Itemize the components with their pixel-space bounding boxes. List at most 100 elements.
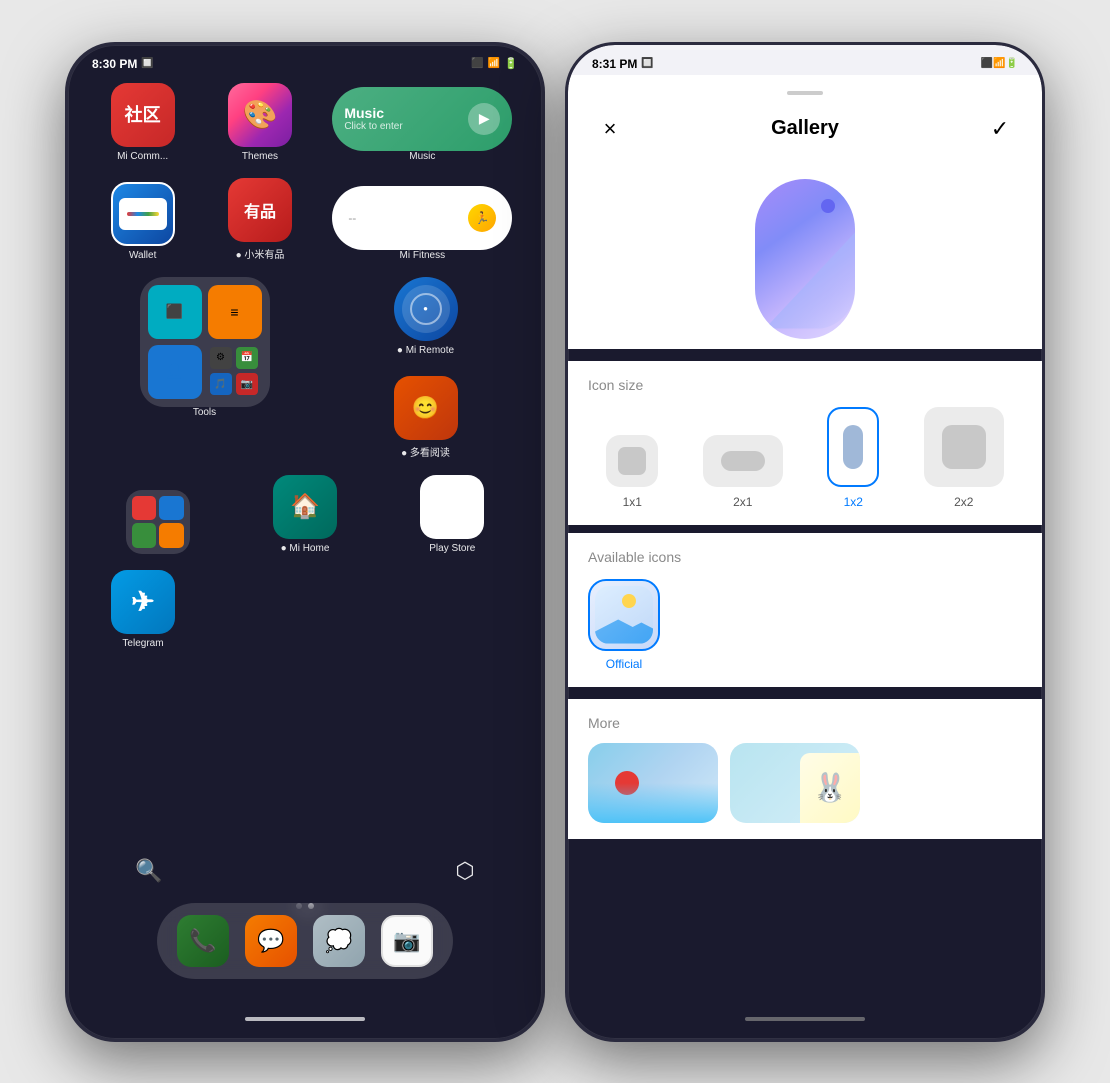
assistant-icon[interactable]: ⬡ [455, 858, 474, 884]
dock-camera[interactable]: 📷 [381, 915, 433, 967]
fitness-label: Mi Fitness [400, 250, 446, 261]
music-play-btn[interactable]: ▶ [468, 103, 500, 135]
app-fitness[interactable]: -- 🏃 Mi Fitness [332, 186, 512, 261]
micomm-icon[interactable]: 社区 [111, 83, 175, 147]
close-icon[interactable]: × [604, 116, 617, 142]
home-bar-right [745, 1017, 865, 1021]
avail-icon-official[interactable]: Official [588, 579, 660, 671]
size-option-2x2[interactable]: 2x2 [924, 407, 1004, 509]
music-subtitle: Click to enter [344, 121, 468, 132]
more-card-2[interactable]: 🐰 [730, 743, 860, 823]
themes-label: Themes [242, 151, 278, 162]
app-row-telegram: ✈ Telegram [88, 570, 522, 649]
miremote-label: ● Mi Remote [397, 345, 454, 356]
app-micomm[interactable]: 社区 Mi Comm... [98, 83, 188, 162]
right-phone-screen: 8:31 PM 🔲 ⬛📶🔋 × Gallery ✓ [568, 45, 1042, 1039]
wallet-icon[interactable] [111, 182, 175, 246]
status-bar-right: 8:31 PM 🔲 ⬛📶🔋 [568, 45, 1042, 75]
micomm-label: Mi Comm... [117, 151, 168, 162]
app-wallet[interactable]: Wallet [98, 182, 188, 261]
tools-label: Tools [193, 407, 216, 418]
check-icon[interactable]: ✓ [991, 116, 1009, 142]
playstore-icon[interactable]: ▶ [420, 475, 484, 539]
gallery-close-btn[interactable]: × [592, 111, 628, 147]
app-row-4: 🏠 ● Mi Home ▶ Play Store [88, 475, 522, 554]
tools-folder[interactable]: ⬛ ≡ 👤 ⚙ 📅 🎵 📷 [140, 277, 270, 407]
size-option-2x1[interactable]: 2x1 [703, 435, 783, 509]
left-phone-screen: 8:30 PM 🔲 ⬛ 📶 🔋 社区 Mi Comm... [68, 45, 542, 1039]
status-bar-left: 8:30 PM 🔲 ⬛ 📶 🔋 [68, 45, 542, 75]
app-row-2: Wallet 有品 ● 小米有品 -- 🏃 Mi Fitness [88, 178, 522, 261]
size-option-1x2[interactable]: 1x2 [827, 407, 879, 509]
app-miremote[interactable]: ● ● Mi Remote [381, 277, 471, 356]
available-icons-section: Available icons Official [568, 533, 1042, 687]
gallery-icon-preview [755, 179, 855, 339]
playstore-label: Play Store [429, 543, 475, 554]
fitness-text: -- [348, 211, 460, 225]
gallery-app-icon-inner [595, 586, 653, 644]
music-label: Music [409, 151, 435, 162]
app-row-1: 社区 Mi Comm... 🎨 Themes Music Click to en… [88, 83, 522, 162]
status-icons-right: ⬛📶🔋 [981, 58, 1018, 69]
wifi-icon: 📶 [488, 58, 500, 69]
size-label-1x2: 1x2 [844, 495, 863, 509]
size-box-1x1[interactable] [606, 435, 658, 487]
size-label-2x1: 2x1 [733, 495, 752, 509]
dock-chat[interactable]: 💭 [313, 915, 365, 967]
duokan-label: ● 多看阅读 [401, 444, 450, 459]
tools-icon-2: ≡ [208, 285, 262, 339]
miremote-icon[interactable]: ● [394, 277, 458, 341]
app-youpin[interactable]: 有品 ● 小米有品 [215, 178, 305, 261]
icon-size-title: Icon size [588, 377, 1022, 393]
app-themes[interactable]: 🎨 Themes [215, 83, 305, 162]
available-icons-title: Available icons [588, 549, 1022, 565]
dock-messages[interactable]: 💬 [245, 915, 297, 967]
gallery-header: × Gallery ✓ [568, 95, 1042, 159]
size-inner-1x1 [618, 447, 646, 475]
size-box-1x2[interactable] [827, 407, 879, 487]
app-tools-folder[interactable]: ⬛ ≡ 👤 ⚙ 📅 🎵 📷 Tools [140, 277, 270, 418]
wallet-label: Wallet [129, 250, 156, 261]
official-icon-box[interactable] [588, 579, 660, 651]
more-card-1[interactable] [588, 743, 718, 823]
size-option-1x1[interactable]: 1x1 [606, 435, 658, 509]
size-label-2x2: 2x2 [954, 495, 973, 509]
app-folder2[interactable] [113, 490, 203, 554]
app-telegram[interactable]: ✈ Telegram [98, 570, 188, 649]
more-title: More [588, 715, 1022, 731]
gallery-check-btn[interactable]: ✓ [982, 111, 1018, 147]
mihome-icon[interactable]: 🏠 [273, 475, 337, 539]
search-icon[interactable]: 🔍 [135, 858, 162, 884]
status-icons-left: ⬛ 📶 🔋 [471, 57, 518, 70]
gallery-preview-section [568, 159, 1042, 349]
themes-icon[interactable]: 🎨 [228, 83, 292, 147]
more-card-1-gradient [588, 783, 718, 823]
app-duokan[interactable]: 😊 ● 多看阅读 [381, 376, 471, 459]
folder2-icon[interactable] [126, 490, 190, 554]
fitness-widget[interactable]: -- 🏃 [332, 186, 512, 250]
youpin-icon[interactable]: 有品 [228, 178, 292, 242]
telegram-icon[interactable]: ✈ [111, 570, 175, 634]
size-inner-1x2 [843, 425, 863, 469]
duokan-icon[interactable]: 😊 [394, 376, 458, 440]
app-playstore[interactable]: ▶ Play Store [407, 475, 497, 554]
tools-icon-1: ⬛ [148, 285, 202, 339]
app-mihome[interactable]: 🏠 ● Mi Home [260, 475, 350, 554]
gallery-preview-dot [821, 199, 835, 213]
dock-phone[interactable]: 📞 [177, 915, 229, 967]
size-label-1x1: 1x1 [623, 495, 642, 509]
home-grid: 社区 Mi Comm... 🎨 Themes Music Click to en… [68, 75, 542, 649]
size-box-2x1[interactable] [703, 435, 783, 487]
app-music-widget[interactable]: Music Click to enter ▶ Music [332, 87, 512, 162]
size-inner-2x2 [942, 425, 986, 469]
time-left: 8:30 PM 🔲 [92, 57, 154, 71]
size-box-2x2[interactable] [924, 407, 1004, 487]
icon-size-section: Icon size 1x1 2x1 [568, 361, 1042, 525]
dock: 📞 💬 💭 📷 [157, 903, 453, 979]
gallery-sun [608, 594, 640, 614]
mihome-label: ● Mi Home [281, 543, 330, 554]
right-apps-col: ● ● Mi Remote 😊 ● 多看阅读 [381, 277, 471, 459]
music-widget[interactable]: Music Click to enter ▶ [332, 87, 512, 151]
fitness-icon: 🏃 [468, 204, 496, 232]
icon-size-row: 1x1 2x1 1x2 [588, 407, 1022, 509]
